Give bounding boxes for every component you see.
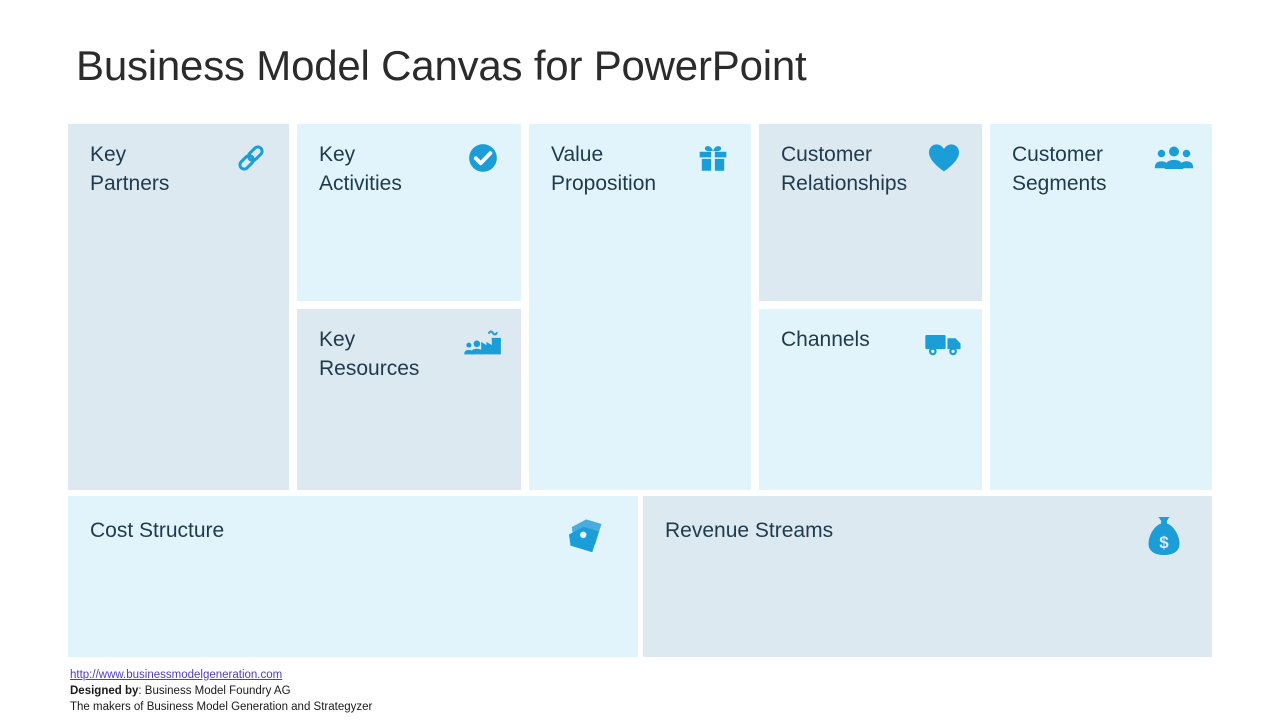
footer: http://www.businessmodelgeneration.com D… [70, 667, 372, 715]
business-model-generation-link[interactable]: http://www.businessmodelgeneration.com [70, 667, 282, 683]
money-bag-icon: $ [1142, 514, 1186, 558]
gift-icon [693, 138, 733, 178]
canvas-block-customer-segments[interactable]: Customer Segments [990, 124, 1212, 490]
canvas-block-label: Customer Relationships [781, 143, 908, 195]
canvas-block-label: Key Activities [319, 143, 402, 195]
designed-by-value: : Business Model Foundry AG [138, 685, 291, 697]
page-title: Business Model Canvas for PowerPoint [76, 42, 807, 89]
people-group-icon [1154, 138, 1194, 178]
canvas-block-revenue-streams[interactable]: Revenue Streams $ [643, 496, 1212, 657]
canvas-block-cost-structure[interactable]: Cost Structure [68, 496, 638, 657]
footer-tagline: The makers of Business Model Generation … [70, 701, 373, 713]
svg-text:$: $ [1159, 533, 1169, 552]
canvas-block-label: Key Partners [90, 143, 170, 195]
heart-icon [924, 138, 964, 178]
footer-designed-by-row: Designed by: Business Model Foundry AG [70, 683, 372, 699]
footer-link-row: http://www.businessmodelgeneration.com [70, 667, 372, 683]
canvas-block-label: Channels [781, 328, 870, 351]
canvas-block-label: Cost Structure [90, 519, 225, 542]
canvas-block-label: Revenue Streams [665, 519, 834, 542]
price-tags-icon [568, 514, 612, 558]
canvas-block-key-activities[interactable]: Key Activities [297, 124, 521, 301]
canvas-block-key-resources[interactable]: Key Resources [297, 309, 521, 490]
designed-by-label: Designed by [70, 685, 139, 697]
canvas-block-channels[interactable]: Channels [759, 309, 982, 490]
canvas-block-customer-relationships[interactable]: Customer Relationships [759, 124, 982, 301]
canvas-block-key-partners[interactable]: Key Partners [68, 124, 289, 490]
delivery-truck-icon [924, 323, 964, 363]
link-chain-icon [231, 138, 271, 178]
canvas-block-label: Key Resources [319, 328, 420, 380]
check-circle-icon [463, 138, 503, 178]
canvas-block-label: Value Proposition [551, 143, 657, 195]
canvas-block-label: Customer Segments [1012, 143, 1107, 195]
canvas-block-value-proposition[interactable]: Value Proposition [529, 124, 751, 490]
factory-people-icon [463, 323, 503, 363]
slide-canvas: Business Model Canvas for PowerPoint Key… [0, 0, 1280, 720]
